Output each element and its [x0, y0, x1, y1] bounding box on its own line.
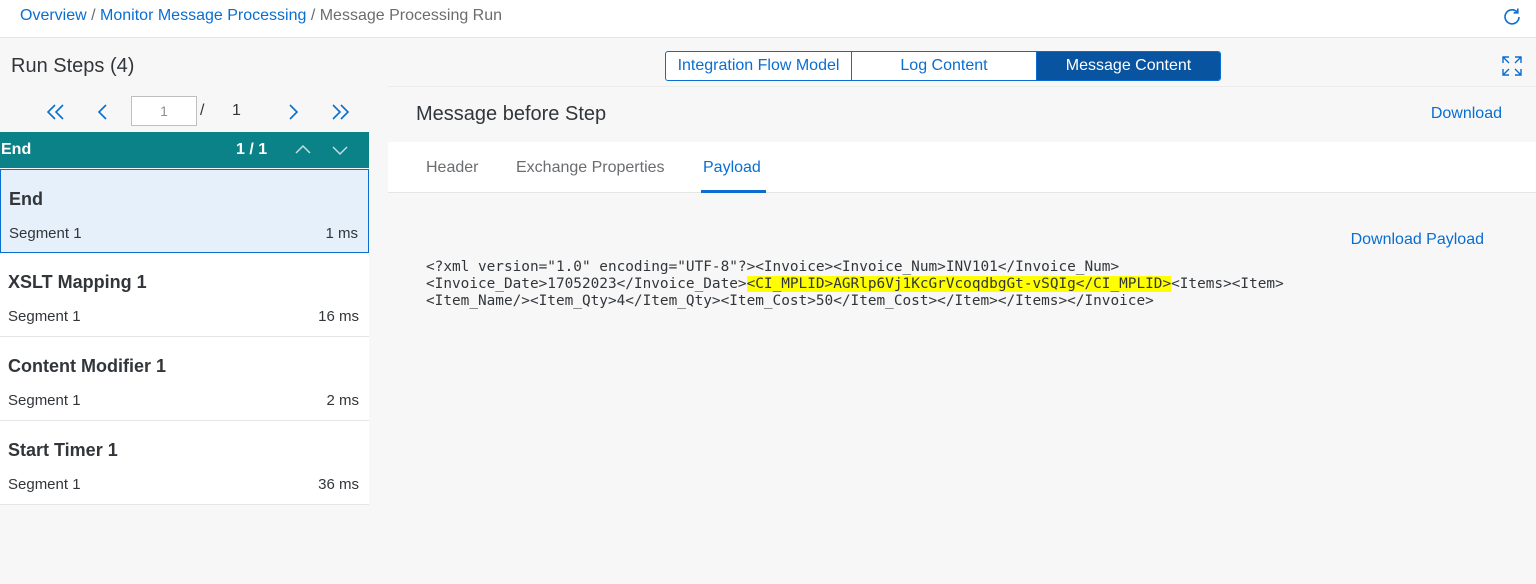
- tab-payload[interactable]: Payload: [703, 159, 761, 177]
- breadcrumb-overview[interactable]: Overview: [20, 7, 87, 24]
- payload-area: Download Payload <?xml version="1.0" enc…: [388, 193, 1536, 584]
- download-payload-link[interactable]: Download Payload: [1351, 231, 1484, 249]
- step-duration: 1 ms: [325, 225, 358, 242]
- section-header: Message before Step Download: [388, 86, 1536, 142]
- tab-bar: Header Exchange Properties Payload: [388, 142, 1536, 193]
- next-page-icon: [289, 104, 299, 120]
- step-name: XSLT Mapping 1: [8, 272, 147, 292]
- step-name: Start Timer 1: [8, 440, 118, 460]
- chevron-up-icon[interactable]: [293, 140, 313, 160]
- step-duration: 2 ms: [326, 392, 359, 409]
- group-label: End: [1, 141, 32, 158]
- list-item[interactable]: Start Timer 1 Segment 1 36 ms: [0, 421, 369, 505]
- run-steps-title: Run Steps (4): [11, 55, 135, 77]
- first-page-button[interactable]: [42, 98, 70, 126]
- step-duration: 16 ms: [318, 308, 359, 325]
- first-page-icon: [46, 104, 64, 120]
- step-duration: 36 ms: [318, 476, 359, 493]
- tab-exchange-properties[interactable]: Exchange Properties: [516, 159, 665, 177]
- breadcrumb-separator: /: [310, 7, 316, 24]
- page-input[interactable]: [131, 96, 197, 126]
- breadcrumb-separator: /: [91, 7, 96, 24]
- step-name: End: [9, 189, 43, 209]
- next-page-button[interactable]: [279, 98, 307, 126]
- breadcrumb-monitor-message-processing[interactable]: Monitor Message Processing: [100, 7, 306, 24]
- log-content-button[interactable]: Log Content: [852, 52, 1037, 80]
- breadcrumb: Overview / Monitor Message Processing / …: [20, 6, 502, 26]
- top-bar: Overview / Monitor Message Processing / …: [0, 0, 1536, 38]
- pager-total: 1: [232, 102, 241, 119]
- section-title: Message before Step: [416, 103, 607, 125]
- run-steps-panel: Run Steps (4) / 1 End 1 / 1: [0, 38, 370, 584]
- payload-line-2-start: <Invoice_Date>17052023</Invoice_Date>: [426, 276, 747, 292]
- view-switch: Integration Flow Model Log Content Messa…: [665, 51, 1221, 81]
- tab-header[interactable]: Header: [426, 159, 478, 177]
- payload-line-1: <?xml version="1.0" encoding="UTF-8"?><I…: [426, 259, 1120, 275]
- download-link[interactable]: Download: [1431, 105, 1502, 123]
- list-item[interactable]: XSLT Mapping 1 Segment 1 16 ms: [0, 253, 369, 337]
- step-name: Content Modifier 1: [8, 356, 166, 376]
- payload-content: <?xml version="1.0" encoding="UTF-8"?><I…: [426, 259, 1284, 310]
- step-segment: Segment 1: [8, 308, 81, 325]
- step-segment: Segment 1: [9, 225, 82, 242]
- step-segment: Segment 1: [8, 392, 81, 409]
- chevron-down-icon[interactable]: [330, 140, 350, 160]
- list-item[interactable]: Content Modifier 1 Segment 1 2 ms: [0, 337, 369, 421]
- list-item[interactable]: End Segment 1 1 ms: [0, 169, 369, 253]
- previous-page-button[interactable]: [89, 98, 117, 126]
- step-list: End Segment 1 1 ms XSLT Mapping 1 Segmen…: [0, 169, 369, 505]
- previous-page-icon: [97, 104, 107, 120]
- message-content-button[interactable]: Message Content: [1037, 52, 1220, 80]
- breadcrumb-current: Message Processing Run: [319, 7, 503, 24]
- step-segment: Segment 1: [8, 476, 81, 493]
- expand-icon[interactable]: [1501, 55, 1523, 77]
- last-page-button[interactable]: [326, 98, 354, 126]
- payload-highlight: <CI_MPLID>AGRlp6Vj1KcGrVcoqdbgGt-vSQIg</…: [746, 276, 1172, 292]
- pager: / 1: [0, 94, 370, 130]
- last-page-icon: [332, 104, 350, 120]
- pager-separator: /: [200, 102, 205, 119]
- payload-line-2-end: <Items><Item>: [1171, 276, 1284, 292]
- payload-line-3: <Item_Name/><Item_Qty>4</Item_Qty><Item_…: [426, 293, 1154, 309]
- group-count: 1 / 1: [236, 141, 268, 158]
- integration-flow-model-button[interactable]: Integration Flow Model: [666, 52, 852, 80]
- refresh-icon[interactable]: [1502, 6, 1522, 26]
- step-group-header[interactable]: End 1 / 1: [0, 132, 369, 168]
